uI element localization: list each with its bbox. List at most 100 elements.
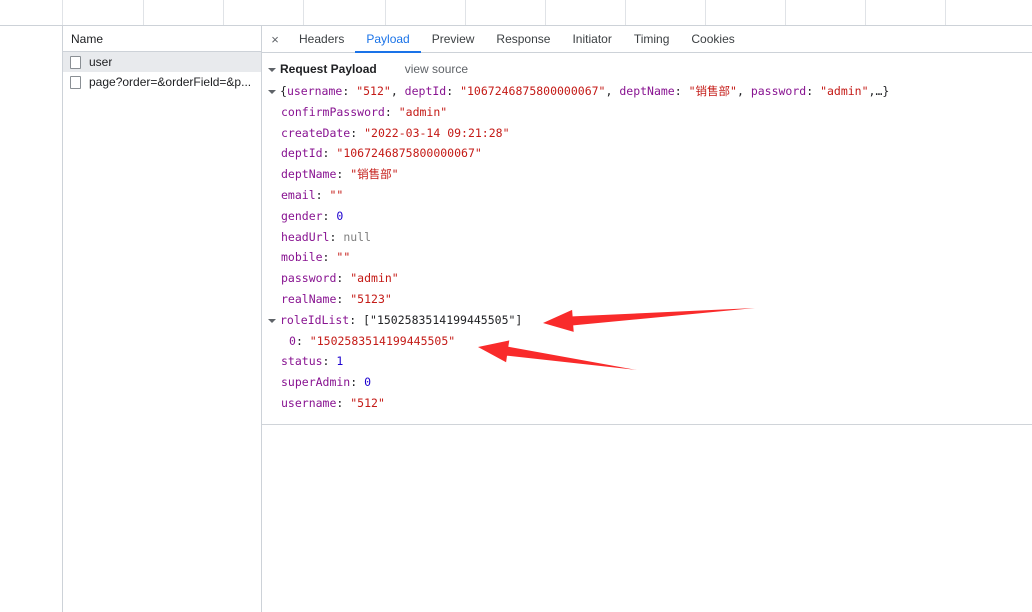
json-value: "" <box>336 250 351 265</box>
request-list-item[interactable]: page?order=&orderField=&p... <box>63 72 261 92</box>
json-colon: : <box>336 271 351 286</box>
json-key: status <box>281 354 323 369</box>
json-key: username <box>281 395 337 410</box>
json-value: "1067246875800000067" <box>336 146 482 161</box>
tab-cookies[interactable]: Cookies <box>680 26 745 53</box>
chevron-down-icon[interactable] <box>268 67 276 72</box>
payload-header-row: Request Payload view source <box>262 59 1032 79</box>
json-value: "admin" <box>398 104 448 119</box>
json-colon: : <box>336 395 351 410</box>
json-colon: : <box>350 125 365 140</box>
column-header-cell[interactable] <box>62 0 143 25</box>
json-comma: , <box>736 84 751 98</box>
json-colon: : <box>322 208 337 223</box>
json-value: "2022-03-14 09:21:28" <box>364 125 510 140</box>
json-colon: : <box>806 84 821 98</box>
json-key: deptName <box>281 167 337 182</box>
json-value: "512" <box>350 395 385 410</box>
json-value: "admin" <box>350 271 399 286</box>
column-header-cell[interactable] <box>143 0 223 25</box>
json-key: mobile <box>281 250 323 265</box>
json-key: username <box>286 84 343 98</box>
column-header-cell[interactable] <box>385 0 465 25</box>
json-property-row[interactable]: mobile: "" <box>262 247 1032 268</box>
json-property-row[interactable]: realName: "5123" <box>262 289 1032 310</box>
json-comma: , <box>605 84 620 98</box>
json-key: headUrl <box>281 229 330 244</box>
sidebar-column-header-name[interactable]: Name <box>63 26 261 52</box>
json-brace: { <box>280 84 287 98</box>
json-key: roleIdList <box>280 312 350 327</box>
tab-payload[interactable]: Payload <box>355 26 421 53</box>
json-value: ["1502583514199445505"] <box>363 312 523 327</box>
chevron-down-icon[interactable] <box>268 318 276 323</box>
json-property-row[interactable]: status: 1 <box>262 351 1032 372</box>
json-summary-row[interactable]: {username: "512", deptId: "1067246875800… <box>262 81 1032 102</box>
json-key: confirmPassword <box>281 104 385 119</box>
json-key: email <box>281 187 316 202</box>
json-property-row[interactable]: email: "" <box>262 185 1032 206</box>
json-value: "admin" <box>820 84 869 98</box>
json-property-row[interactable]: createDate: "2022-03-14 09:21:28" <box>262 123 1032 144</box>
json-colon: : <box>349 312 364 327</box>
json-value: 1 <box>336 354 344 369</box>
json-property-row[interactable]: headUrl: null <box>262 227 1032 248</box>
json-property-row[interactable]: superAdmin: 0 <box>262 372 1032 393</box>
json-colon: : <box>674 84 689 98</box>
tab-initiator[interactable]: Initiator <box>561 26 622 53</box>
json-value: "5123" <box>350 291 392 306</box>
json-colon: : <box>295 333 310 348</box>
column-header-cell[interactable] <box>945 0 1032 25</box>
json-property-row[interactable]: confirmPassword: "admin" <box>262 102 1032 123</box>
json-colon: : <box>384 104 399 119</box>
json-property-row[interactable]: deptName: "销售部" <box>262 164 1032 185</box>
json-key: superAdmin <box>281 375 351 390</box>
column-header-cell[interactable] <box>865 0 945 25</box>
requests-sidebar: Name user page?order=&orderField=&p... <box>62 26 262 612</box>
detail-tab-bar: × Headers Payload Preview Response Initiator… <box>262 26 1032 53</box>
column-header-cell[interactable] <box>785 0 865 25</box>
json-property-row[interactable]: password: "admin" <box>262 268 1032 289</box>
json-property-row[interactable]: deptId: "1067246875800000067" <box>262 143 1032 164</box>
payload-json-tree: {username: "512", deptId: "1067246875800… <box>262 79 1032 414</box>
json-colon: : <box>315 187 330 202</box>
json-comma: , <box>390 84 405 98</box>
tab-response[interactable]: Response <box>485 26 561 53</box>
column-header-cell[interactable] <box>705 0 785 25</box>
json-value: "销售部" <box>350 167 399 182</box>
request-list-item[interactable]: user <box>63 52 261 72</box>
json-value: 0 <box>336 208 344 223</box>
json-value: null <box>343 229 372 244</box>
column-header-cell[interactable] <box>625 0 705 25</box>
json-colon: : <box>336 291 351 306</box>
column-header-cell[interactable] <box>465 0 545 25</box>
column-header-cell[interactable] <box>545 0 625 25</box>
payload-title: Request Payload <box>280 62 377 76</box>
json-value: "512" <box>356 84 391 98</box>
view-source-link[interactable]: view source <box>405 62 468 76</box>
json-colon: : <box>336 167 351 182</box>
json-property-row[interactable]: roleIdList: ["1502583514199445505"] <box>262 310 1032 331</box>
tab-headers[interactable]: Headers <box>288 26 355 53</box>
tab-preview[interactable]: Preview <box>421 26 486 53</box>
json-colon: : <box>322 250 337 265</box>
document-icon <box>70 75 81 89</box>
tabs-container: Headers Payload Preview Response Initiator Ti… <box>288 26 746 53</box>
column-header-cell[interactable] <box>303 0 385 25</box>
close-icon[interactable]: × <box>262 26 288 52</box>
chevron-down-icon[interactable] <box>268 89 276 94</box>
json-property-row[interactable]: username: "512" <box>262 393 1032 414</box>
json-property-row[interactable]: 0: "1502583514199445505" <box>262 331 1032 352</box>
json-key: password <box>750 84 807 98</box>
json-colon: : <box>322 146 337 161</box>
json-colon: : <box>350 375 365 390</box>
json-value: "1502583514199445505" <box>309 333 456 348</box>
request-list: user page?order=&orderField=&p... <box>63 52 261 92</box>
json-property-row[interactable]: gender: 0 <box>262 206 1032 227</box>
json-colon: : <box>329 229 344 244</box>
request-detail-pane: × Headers Payload Preview Response Initiator… <box>262 26 1032 612</box>
document-icon <box>70 55 81 69</box>
json-key: deptId <box>281 146 323 161</box>
tab-timing[interactable]: Timing <box>623 26 681 53</box>
column-header-cell[interactable] <box>223 0 303 25</box>
